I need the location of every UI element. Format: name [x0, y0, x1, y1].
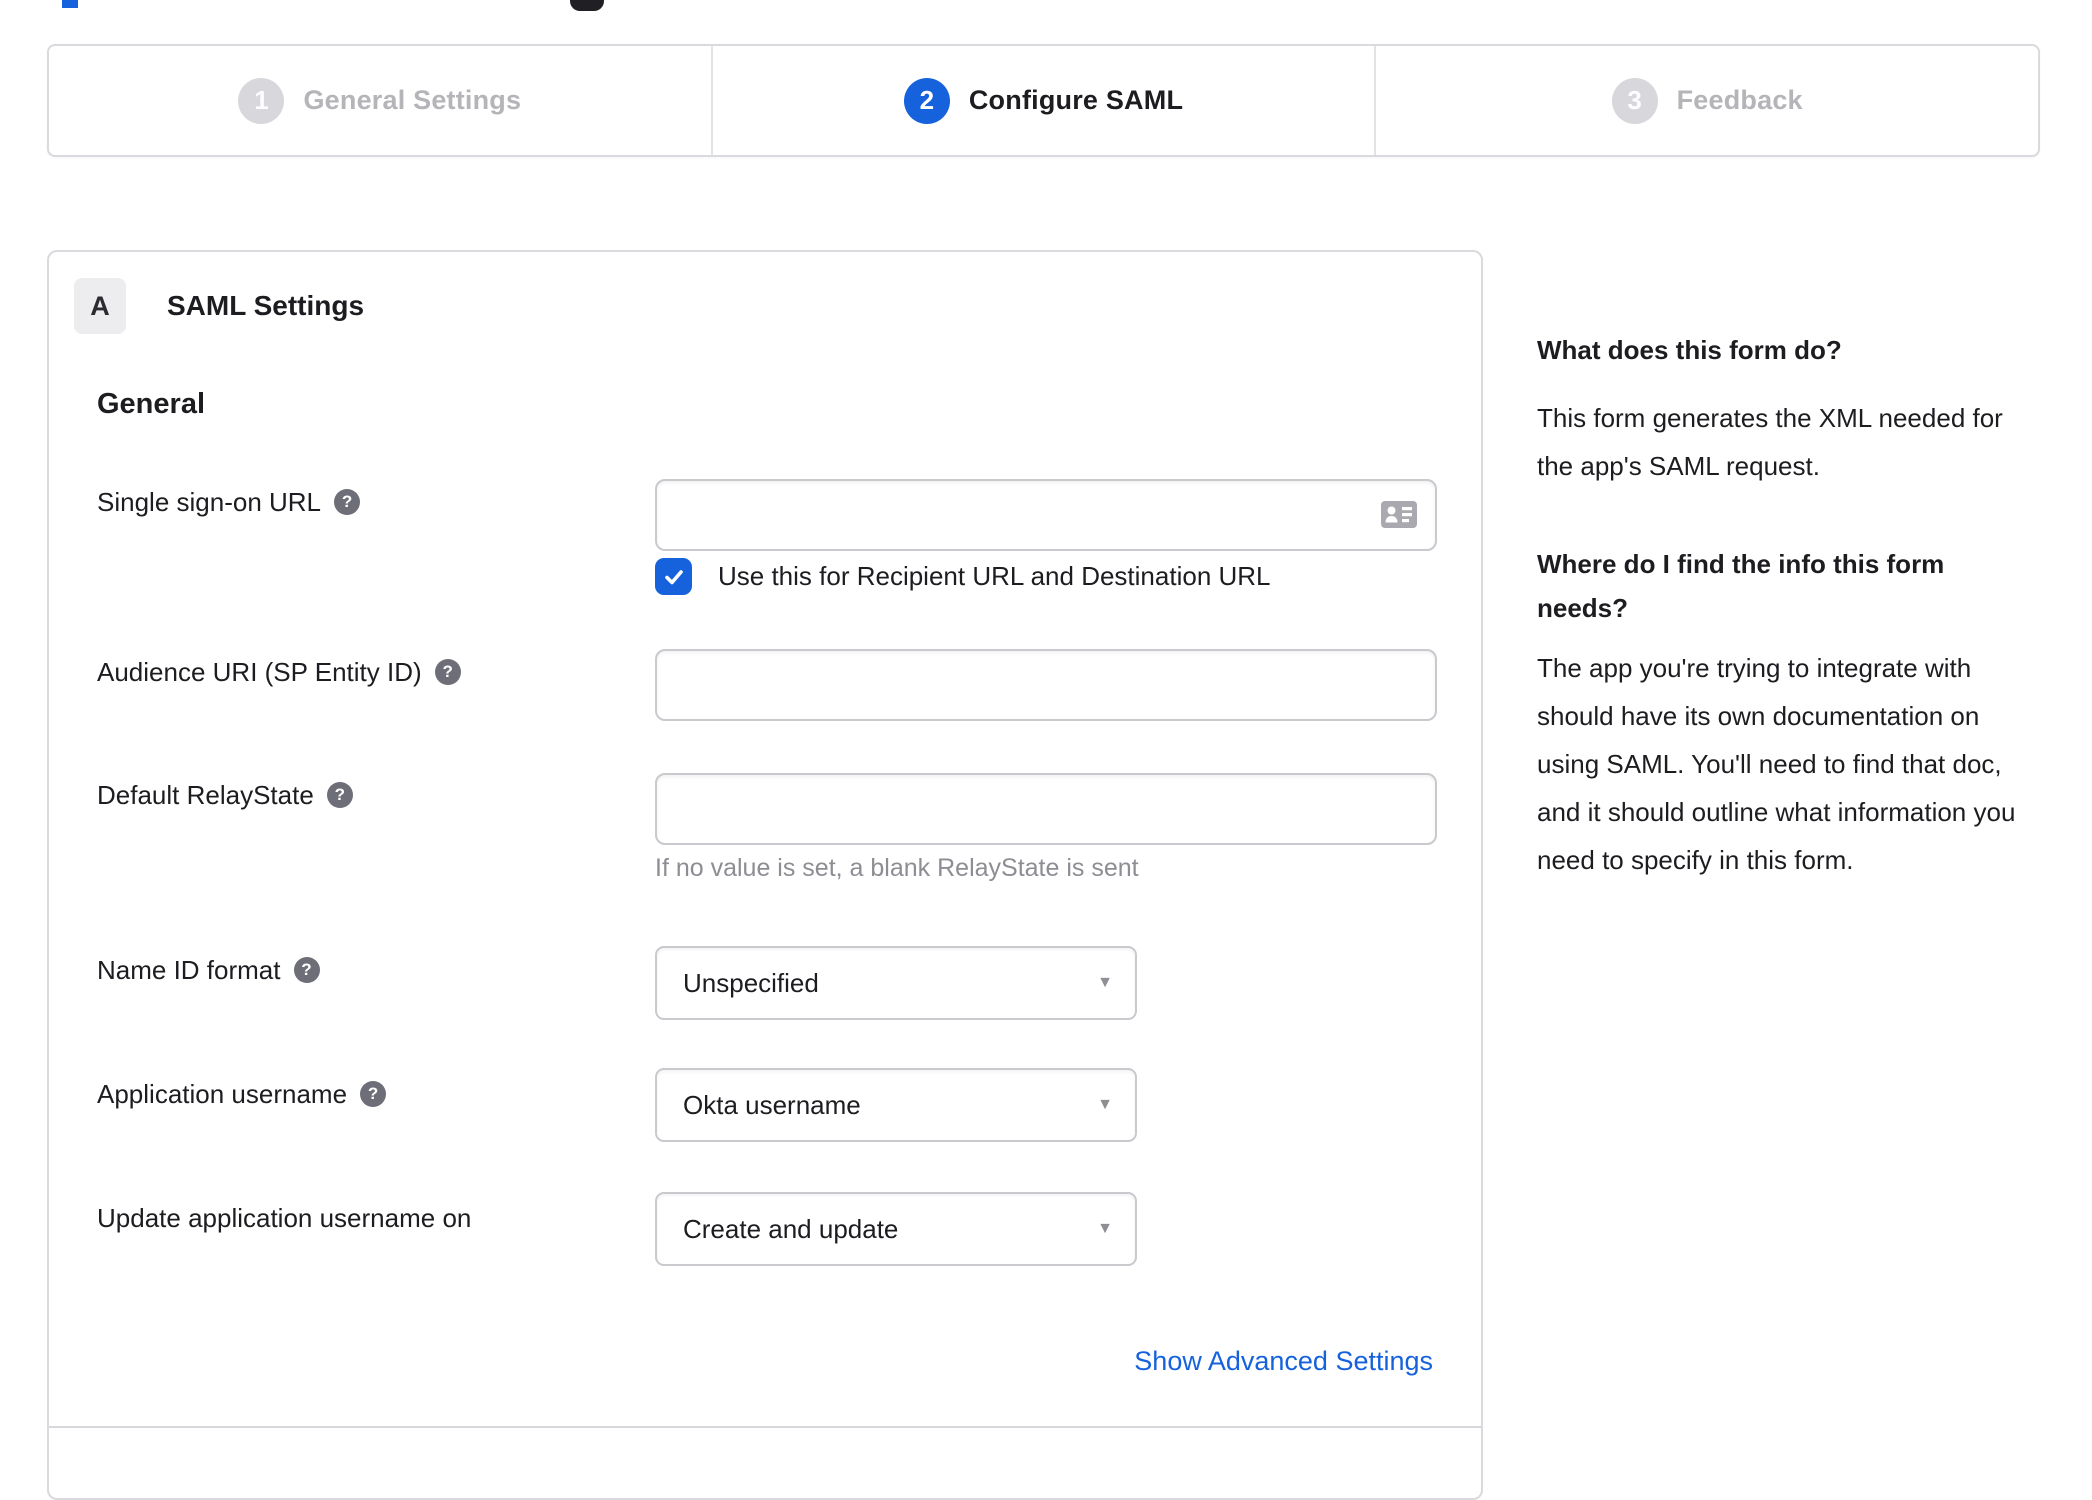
contact-card-icon[interactable] — [1381, 501, 1417, 528]
wizard-stepper: 1 General Settings 2 Configure SAML 3 Fe… — [47, 44, 2040, 157]
panel-title: SAML Settings — [167, 290, 365, 321]
update-app-username-value: Create and update — [683, 1213, 899, 1244]
step-configure-saml[interactable]: 2 Configure SAML — [710, 46, 1375, 155]
checkmark-icon — [664, 569, 683, 584]
help-answer-1: This form generates the XML needed for t… — [1537, 403, 2003, 481]
audience-uri-label: Audience URI (SP Entity ID) ? — [97, 656, 461, 688]
step-label: Feedback — [1676, 85, 1803, 115]
chevron-down-icon: ▼ — [1097, 1220, 1113, 1237]
application-username-label: Application username ? — [97, 1078, 387, 1110]
chevron-down-icon: ▼ — [1097, 1096, 1113, 1113]
application-username-value: Okta username — [683, 1089, 861, 1120]
name-id-format-label-text: Name ID format — [97, 955, 281, 985]
default-relaystate-label: Default RelayState ? — [97, 779, 353, 811]
application-username-select[interactable]: Okta username ▼ — [655, 1068, 1137, 1142]
audience-uri-label-text: Audience URI (SP Entity ID) — [97, 657, 422, 687]
step-feedback[interactable]: 3 Feedback — [1374, 46, 2038, 155]
panel-header: A SAML Settings — [74, 278, 364, 334]
update-app-username-label-text: Update application username on — [97, 1203, 472, 1233]
cut-off-app-icon-fragment — [570, 0, 604, 11]
help-sidebar: What does this form do? This form genera… — [1537, 330, 2035, 884]
step-number-badge: 3 — [1611, 77, 1658, 124]
help-question-2: Where do I find the info this form needs… — [1537, 549, 1945, 623]
step-label: General Settings — [303, 85, 522, 115]
name-id-format-value: Unspecified — [683, 967, 819, 998]
sso-url-input[interactable] — [655, 479, 1437, 551]
general-section-heading: General — [97, 388, 205, 420]
cut-off-blue-logo-fragment — [62, 0, 78, 8]
application-username-label-text: Application username — [97, 1079, 348, 1109]
help-answer-2: The app you're trying to integrate with … — [1537, 653, 2016, 875]
sso-url-label-text: Single sign-on URL — [97, 487, 322, 517]
help-icon[interactable]: ? — [434, 659, 461, 685]
show-advanced-settings-link[interactable]: Show Advanced Settings — [1134, 1346, 1433, 1377]
sso-url-label: Single sign-on URL ? — [97, 486, 361, 518]
update-app-username-label: Update application username on — [97, 1202, 471, 1234]
help-icon[interactable]: ? — [334, 489, 361, 515]
default-relaystate-input[interactable] — [655, 773, 1437, 845]
name-id-format-select[interactable]: Unspecified ▼ — [655, 946, 1137, 1020]
default-relaystate-label-text: Default RelayState — [97, 780, 314, 810]
step-number-badge: 1 — [238, 77, 285, 124]
chevron-down-icon: ▼ — [1097, 974, 1113, 991]
help-icon[interactable]: ? — [326, 782, 353, 808]
step-number-badge: 2 — [903, 77, 950, 124]
section-a-badge: A — [74, 278, 126, 334]
help-icon[interactable]: ? — [360, 1081, 387, 1107]
step-label: Configure SAML — [968, 85, 1184, 115]
help-icon[interactable]: ? — [293, 957, 320, 983]
step-general-settings[interactable]: 1 General Settings — [49, 46, 711, 155]
help-question-1: What does this form do? — [1537, 335, 1842, 365]
recipient-url-checkbox[interactable] — [655, 558, 692, 595]
audience-uri-input[interactable] — [655, 649, 1437, 721]
recipient-url-checkbox-row: Use this for Recipient URL and Destinati… — [655, 558, 1271, 595]
section-divider — [49, 1426, 1481, 1428]
update-app-username-select[interactable]: Create and update ▼ — [655, 1192, 1137, 1266]
name-id-format-label: Name ID format ? — [97, 954, 320, 986]
recipient-url-checkbox-label: Use this for Recipient URL and Destinati… — [718, 561, 1271, 591]
relaystate-hint: If no value is set, a blank RelayState i… — [655, 854, 1139, 882]
saml-settings-panel: A SAML Settings General Single sign-on U… — [47, 250, 1483, 1500]
